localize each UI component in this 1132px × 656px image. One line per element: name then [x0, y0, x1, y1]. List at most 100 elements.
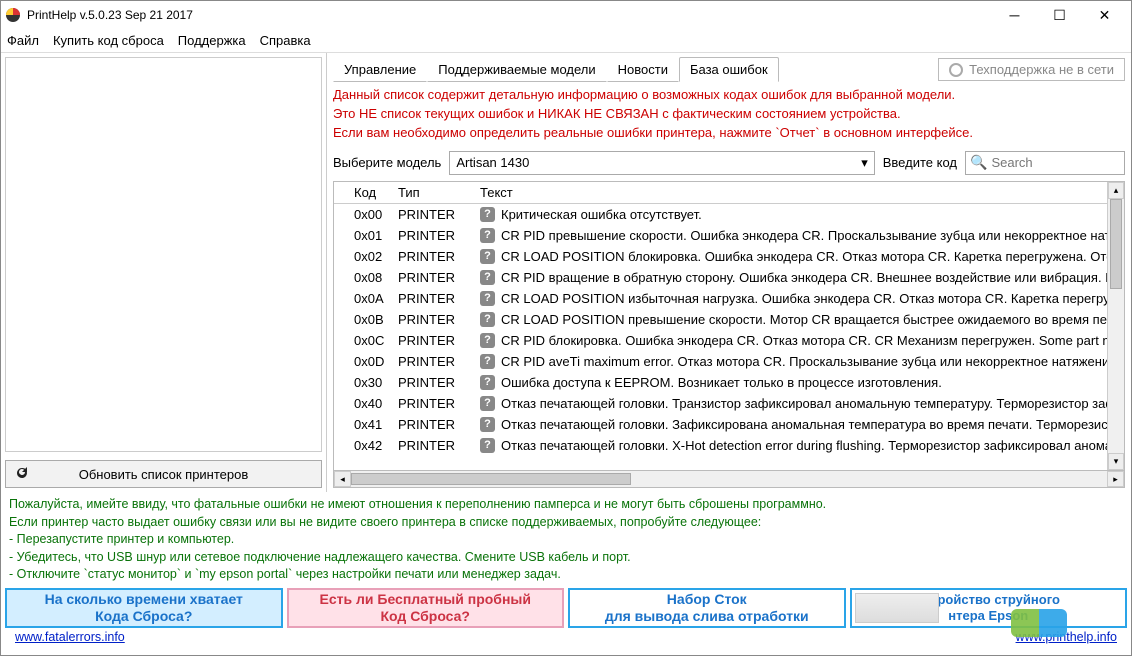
- cell-text: CR PID блокировка. Ошибка энкодера CR. О…: [501, 333, 1107, 348]
- refresh-icon: [14, 465, 30, 484]
- cell-code: 0x02: [334, 249, 398, 264]
- help-icon: ?: [480, 333, 495, 348]
- cell-text: CR PID превышение скорости. Ошибка энкод…: [501, 228, 1107, 243]
- cell-type: PRINTER: [398, 417, 474, 432]
- col-code[interactable]: Код: [334, 185, 398, 200]
- cell-type: PRINTER: [398, 207, 474, 222]
- table-header: Код Тип Текст: [334, 182, 1107, 204]
- table-row[interactable]: 0x0APRINTER? CR LOAD POSITION избыточная …: [334, 288, 1107, 309]
- table-row[interactable]: 0x41PRINTER? Отказ печатающей головки. За…: [334, 414, 1107, 435]
- cell-text: CR LOAD POSITION избыточная нагрузка. Ош…: [501, 291, 1107, 306]
- cell-type: PRINTER: [398, 396, 474, 411]
- horizontal-scrollbar[interactable]: ◂ ▸: [333, 471, 1125, 488]
- model-select[interactable]: Artisan 1430 ▾: [449, 151, 874, 175]
- refresh-printers-button[interactable]: Обновить список принтеров: [5, 460, 322, 488]
- close-button[interactable]: ✕: [1082, 1, 1127, 29]
- model-value: Artisan 1430: [456, 155, 529, 170]
- cell-type: PRINTER: [398, 291, 474, 306]
- table-row[interactable]: 0x00PRINTER? Критическая ошибка отсутству…: [334, 204, 1107, 225]
- tab-bar: Управление Поддерживаемые модели Новости…: [333, 57, 779, 82]
- col-type[interactable]: Тип: [398, 185, 474, 200]
- cell-code: 0x01: [334, 228, 398, 243]
- windows-icon: [1039, 609, 1067, 637]
- help-icon: ?: [480, 438, 495, 453]
- col-text[interactable]: Текст: [474, 185, 1107, 200]
- cell-text: CR LOAD POSITION превышение скорости. Мо…: [501, 312, 1107, 327]
- table-row[interactable]: 0x0CPRINTER? CR PID блокировка. Ошибка эн…: [334, 330, 1107, 351]
- table-row[interactable]: 0x01PRINTER? CR PID превышение скорости. …: [334, 225, 1107, 246]
- chevron-down-icon: ▾: [861, 155, 868, 171]
- cell-code: 0x41: [334, 417, 398, 432]
- table-row[interactable]: 0x02PRINTER?CR LOAD POSITION блокировка.…: [334, 246, 1107, 267]
- cell-text: Критическая ошибка отсутствует.: [501, 207, 702, 222]
- cell-text: Ошибка доступа к EEPROM. Возникает тольк…: [501, 375, 942, 390]
- menubar: Файл Купить код сброса Поддержка Справка: [1, 29, 1131, 53]
- cell-text: Отказ печатающей головки. Транзистор заф…: [501, 396, 1107, 411]
- cell-code: 0x08: [334, 270, 398, 285]
- help-icon: ?: [480, 228, 495, 243]
- cell-code: 0x30: [334, 375, 398, 390]
- tab-errors[interactable]: База ошибок: [679, 57, 779, 82]
- menu-help[interactable]: Справка: [260, 33, 311, 48]
- scroll-down-icon[interactable]: ▾: [1108, 453, 1124, 470]
- menu-file[interactable]: Файл: [7, 33, 39, 48]
- cell-code: 0x0A: [334, 291, 398, 306]
- menu-support[interactable]: Поддержка: [178, 33, 246, 48]
- cell-code: 0x0C: [334, 333, 398, 348]
- help-icon: ?: [480, 354, 495, 369]
- help-icon: ?: [480, 291, 495, 306]
- tab-news[interactable]: Новости: [607, 57, 679, 82]
- help-icon: ?: [480, 312, 495, 327]
- banner-image: [855, 593, 939, 623]
- cell-code: 0x0D: [334, 354, 398, 369]
- banner-free-trial[interactable]: Есть ли Бесплатный пробныйКод Сброса?: [287, 588, 565, 628]
- support-label: Техподдержка не в сети: [969, 62, 1114, 77]
- vertical-scrollbar[interactable]: ▴ ▾: [1107, 182, 1124, 470]
- cell-code: 0x0B: [334, 312, 398, 327]
- table-row[interactable]: 0x08PRINTER?CR PID вращение в обратную с…: [334, 267, 1107, 288]
- help-icon: ?: [480, 207, 495, 222]
- cell-type: PRINTER: [398, 228, 474, 243]
- footer-help-text: Пожалуйста, имейте ввиду, что фатальные …: [1, 492, 1131, 588]
- scroll-up-icon[interactable]: ▴: [1108, 182, 1124, 199]
- cell-code: 0x00: [334, 207, 398, 222]
- refresh-label: Обновить список принтеров: [79, 467, 249, 482]
- banner-epson-device[interactable]: Устройство струйногонтера Epson: [850, 588, 1128, 628]
- headset-icon: [949, 63, 963, 77]
- model-select-label: Выберите модель: [333, 155, 441, 170]
- code-input-label: Введите код: [883, 155, 957, 170]
- search-placeholder: Search: [991, 155, 1032, 170]
- table-row[interactable]: 0x30PRINTER?Ошибка доступа к EEPROM. Воз…: [334, 372, 1107, 393]
- scroll-left-icon[interactable]: ◂: [334, 471, 351, 487]
- table-row[interactable]: 0x42PRINTER?Отказ печатающей головки. X-…: [334, 435, 1107, 456]
- help-icon: ?: [480, 270, 495, 285]
- cell-text: Отказ печатающей головки. Зафиксирована …: [501, 417, 1107, 432]
- table-row[interactable]: 0x0BPRINTER? CR LOAD POSITION превышение …: [334, 309, 1107, 330]
- scroll-right-icon[interactable]: ▸: [1107, 471, 1124, 487]
- table-row[interactable]: 0x0DPRINTER? CR PID aveTi maximum error. …: [334, 351, 1107, 372]
- menu-buy[interactable]: Купить код сброса: [53, 33, 164, 48]
- cell-type: PRINTER: [398, 354, 474, 369]
- banner-waste-kit[interactable]: Набор Стокдля вывода слива отработки: [568, 588, 846, 628]
- cell-text: CR PID aveTi maximum error. Отказ мотора…: [501, 354, 1107, 369]
- scroll-thumb[interactable]: [1110, 199, 1122, 289]
- tab-control[interactable]: Управление: [333, 57, 427, 82]
- search-icon: 🔍: [970, 154, 987, 171]
- maximize-button[interactable]: ☐: [1037, 1, 1082, 29]
- link-fatalerrors[interactable]: www.fatalerrors.info: [15, 630, 125, 644]
- hscroll-thumb[interactable]: [351, 473, 631, 485]
- cell-code: 0x40: [334, 396, 398, 411]
- table-row[interactable]: 0x40PRINTER? Отказ печатающей головки. Тр…: [334, 393, 1107, 414]
- tab-models[interactable]: Поддерживаемые модели: [427, 57, 606, 82]
- help-icon: ?: [480, 396, 495, 411]
- help-icon: ?: [480, 417, 495, 432]
- support-status-button[interactable]: Техподдержка не в сети: [938, 58, 1125, 81]
- banner-reset-duration[interactable]: На сколько времени хватаетКода Сброса?: [5, 588, 283, 628]
- cell-text: CR PID вращение в обратную сторону. Ошиб…: [501, 270, 1107, 285]
- search-input[interactable]: 🔍 Search: [965, 151, 1125, 175]
- cell-text: CR LOAD POSITION блокировка. Ошибка энко…: [501, 249, 1107, 264]
- minimize-button[interactable]: ─: [992, 1, 1037, 29]
- cell-type: PRINTER: [398, 333, 474, 348]
- cell-type: PRINTER: [398, 312, 474, 327]
- android-icon: [1011, 609, 1039, 637]
